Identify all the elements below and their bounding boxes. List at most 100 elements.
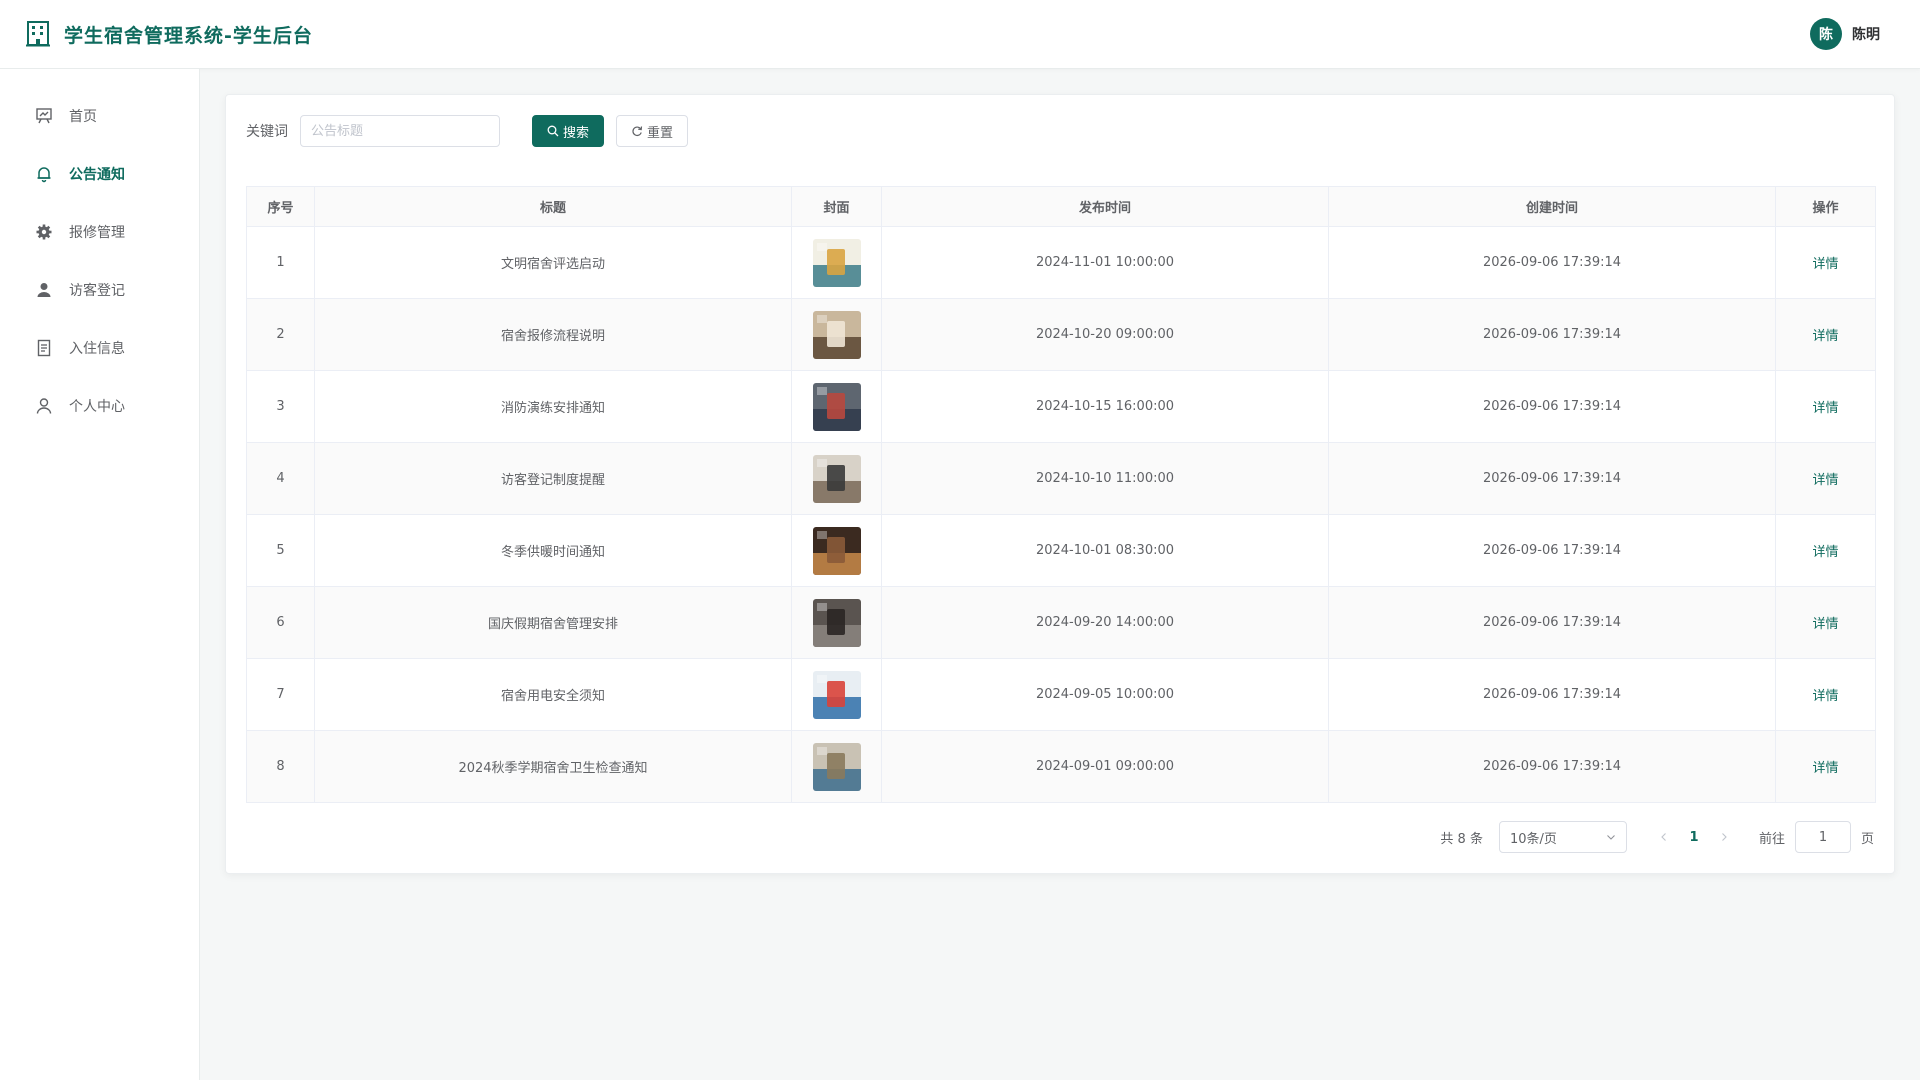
sidebar-item-notices[interactable]: 公告通知: [0, 145, 199, 203]
avatar[interactable]: 陈: [1810, 18, 1842, 50]
chevron-left-icon: [1661, 833, 1666, 841]
cell-actions: 详情: [1775, 370, 1876, 443]
chevron-right-icon: [1722, 833, 1727, 841]
sidebar-item-profile[interactable]: 个人中心: [0, 377, 199, 435]
notice-list-card: 关键词 搜索 重置 序号 标题: [225, 94, 1895, 874]
cell-index: 7: [246, 658, 315, 731]
table-row: 8 2024秋季学期宿舍卫生检查通知 2024-09-01 09:00:00 2026…: [246, 730, 1876, 803]
cover-thumbnail[interactable]: [812, 310, 861, 359]
search-button-label: 搜索: [563, 125, 590, 141]
column-header-title: 标题: [314, 186, 792, 227]
detail-link[interactable]: 详情: [1812, 257, 1838, 272]
table-row: 3 消防演练安排通知 2024-10-15 16:00:00 2026-09-06 1…: [246, 370, 1876, 443]
cell-index: 6: [246, 586, 315, 659]
bell-icon: [37, 167, 51, 183]
sidebar-item-repairs[interactable]: 报修管理: [0, 203, 199, 261]
page-size-select[interactable]: 10条/页: [1498, 821, 1627, 853]
page-number-current[interactable]: 1: [1679, 821, 1709, 853]
cell-create-time: 2026-09-06 17:39:14: [1328, 658, 1776, 731]
next-page-button[interactable]: [1709, 821, 1739, 853]
cell-index: 3: [246, 370, 315, 443]
cell-title: 访客登记制度提醒: [314, 442, 792, 515]
chevron-down-icon: [1607, 835, 1615, 840]
table-body: 1 文明宿舍评选启动 2024-11-01 10:00:00 2026-09-06 1…: [246, 226, 1876, 803]
detail-link[interactable]: 详情: [1812, 545, 1838, 560]
cell-cover: [791, 658, 882, 731]
sidebar-item-label: 访客登记: [69, 283, 125, 299]
detail-link[interactable]: 详情: [1812, 401, 1838, 416]
cell-create-time: 2026-09-06 17:39:14: [1328, 226, 1776, 299]
detail-link[interactable]: 详情: [1812, 761, 1838, 776]
cell-create-time: 2026-09-06 17:39:14: [1328, 586, 1776, 659]
search-button[interactable]: 搜索: [532, 115, 605, 147]
cell-title: 宿舍报修流程说明: [314, 298, 792, 371]
cell-index: 2: [246, 298, 315, 371]
cell-create-time: 2026-09-06 17:39:14: [1328, 370, 1776, 443]
page-suffix: 页: [1860, 831, 1874, 847]
prev-page-button[interactable]: [1649, 821, 1679, 853]
cover-thumbnail[interactable]: [812, 382, 861, 431]
column-header-actions: 操作: [1775, 186, 1876, 227]
cover-thumbnail[interactable]: [812, 526, 861, 575]
column-header-publish-time: 发布时间: [881, 186, 1329, 227]
cell-publish-time: 2024-10-20 09:00:00: [881, 298, 1329, 371]
document-icon: [37, 339, 51, 357]
building-icon: [26, 21, 50, 47]
detail-link[interactable]: 详情: [1812, 617, 1838, 632]
user-filled-icon: [37, 283, 51, 297]
cover-thumbnail[interactable]: [812, 454, 861, 503]
cell-cover: [791, 370, 882, 443]
cell-title: 国庆假期宿舍管理安排: [314, 586, 792, 659]
sidebar-item-visitors[interactable]: 访客登记: [0, 261, 199, 319]
table-row: 4 访客登记制度提醒 2024-10-10 11:00:00 2026-09-06 1…: [246, 442, 1876, 515]
cell-cover: [791, 514, 882, 587]
sidebar-item-label: 公告通知: [69, 167, 125, 183]
table-row: 6 国庆假期宿舍管理安排 2024-09-20 14:00:00 2026-09-06…: [246, 586, 1876, 659]
cell-create-time: 2026-09-06 17:39:14: [1328, 298, 1776, 371]
gear-icon: [36, 224, 52, 240]
cell-actions: 详情: [1775, 226, 1876, 299]
sidebar: 首页 公告通知 报修管理 访客登记 入住信息 个人中心: [0, 69, 200, 1080]
table-row: 2 宿舍报修流程说明 2024-10-20 09:00:00 2026-09-06 1…: [246, 298, 1876, 371]
reset-button[interactable]: 重置: [616, 115, 689, 147]
sidebar-item-label: 个人中心: [69, 399, 125, 415]
cell-create-time: 2026-09-06 17:39:14: [1328, 442, 1776, 515]
cell-title: 冬季供暖时间通知: [314, 514, 792, 587]
search-bar: 关键词 搜索 重置: [246, 115, 689, 147]
table-row: 7 宿舍用电安全须知 2024-09-05 10:00:00 2026-09-06 1…: [246, 658, 1876, 731]
table-row: 5 冬季供暖时间通知 2024-10-01 08:30:00 2026-09-06 1…: [246, 514, 1876, 587]
cell-actions: 详情: [1775, 586, 1876, 659]
cell-create-time: 2026-09-06 17:39:14: [1328, 730, 1776, 803]
column-header-cover: 封面: [791, 186, 882, 227]
total-count: 共 8 条: [1440, 831, 1483, 847]
sidebar-item-home[interactable]: 首页: [0, 87, 199, 145]
cover-thumbnail[interactable]: [812, 598, 861, 647]
column-header-index: 序号: [246, 186, 315, 227]
search-input[interactable]: [300, 115, 500, 147]
user-menu[interactable]: 陈 陈明: [1810, 18, 1880, 50]
search-label: 关键词: [246, 124, 288, 140]
detail-link[interactable]: 详情: [1812, 689, 1838, 704]
sidebar-item-residence[interactable]: 入住信息: [0, 319, 199, 377]
detail-link[interactable]: 详情: [1812, 329, 1838, 344]
detail-link[interactable]: 详情: [1812, 473, 1838, 488]
cell-publish-time: 2024-10-10 11:00:00: [881, 442, 1329, 515]
user-outline-icon: [36, 398, 52, 414]
cell-actions: 详情: [1775, 658, 1876, 731]
cell-publish-time: 2024-09-20 14:00:00: [881, 586, 1329, 659]
cover-thumbnail[interactable]: [812, 670, 861, 719]
sidebar-item-label: 首页: [69, 109, 97, 125]
app-title: 学生宿舍管理系统-学生后台: [64, 24, 313, 47]
cover-thumbnail[interactable]: [812, 742, 861, 791]
cell-cover: [791, 442, 882, 515]
reset-button-label: 重置: [647, 125, 674, 141]
cell-index: 5: [246, 514, 315, 587]
goto-page-input[interactable]: [1794, 821, 1851, 853]
cell-actions: 详情: [1775, 298, 1876, 371]
cell-title: 消防演练安排通知: [314, 370, 792, 443]
cover-thumbnail[interactable]: [812, 238, 861, 287]
cell-actions: 详情: [1775, 514, 1876, 587]
user-name[interactable]: 陈明: [1852, 24, 1880, 44]
cell-title: 2024秋季学期宿舍卫生检查通知: [314, 730, 792, 803]
table-header-row: 序号 标题 封面 发布时间 创建时间 操作: [246, 186, 1876, 227]
